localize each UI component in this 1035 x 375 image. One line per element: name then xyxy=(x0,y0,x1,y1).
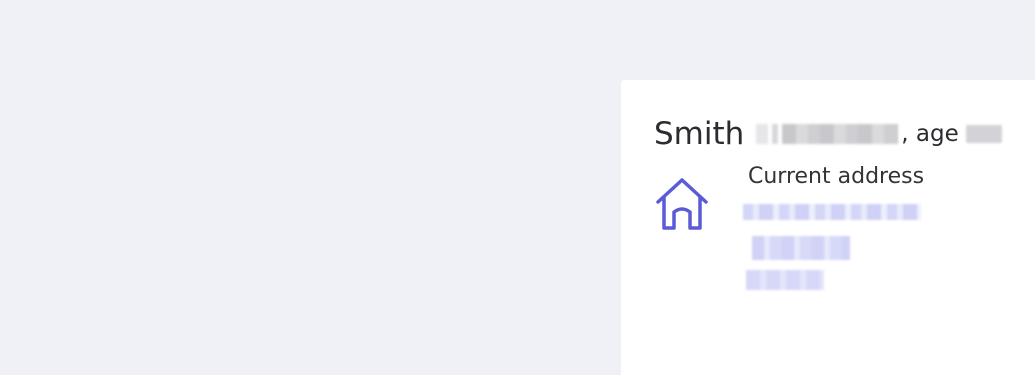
person-heading: Smith , age xyxy=(654,116,1002,152)
house-icon xyxy=(656,178,708,230)
person-card: Smith , age Current address xyxy=(621,80,1035,375)
address-label: Current address xyxy=(748,164,925,189)
page: { "person": { "surname": "Smith", "age_p… xyxy=(0,0,1035,375)
redacted-block xyxy=(782,124,899,144)
redacted-age xyxy=(965,125,1002,143)
redacted-block xyxy=(772,124,779,144)
redacted-block xyxy=(756,124,769,144)
redacted-address-line xyxy=(743,204,921,220)
redacted-address-line xyxy=(746,270,824,290)
person-surname: Smith xyxy=(654,116,745,152)
age-label: , age xyxy=(901,121,959,147)
redacted-address-line xyxy=(752,236,850,260)
redacted-given-names xyxy=(756,124,899,144)
